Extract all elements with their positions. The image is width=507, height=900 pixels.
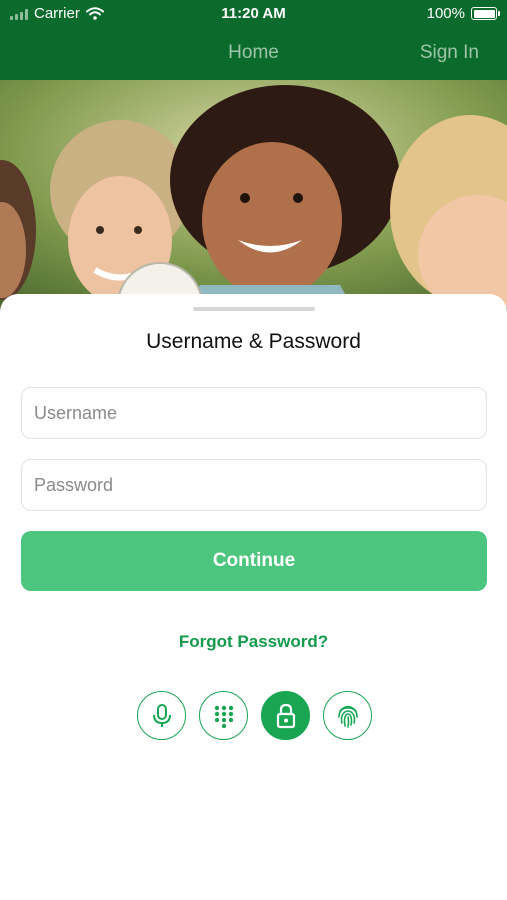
hero-image bbox=[0, 80, 507, 320]
lock-icon bbox=[276, 703, 295, 728]
forgot-password-link[interactable]: Forgot Password? bbox=[0, 632, 507, 652]
password-field[interactable] bbox=[21, 459, 487, 511]
username-field[interactable] bbox=[21, 387, 487, 439]
login-title: Username & Password bbox=[146, 330, 361, 353]
fingerprint-auth-button[interactable] bbox=[323, 691, 372, 740]
pin-auth-button[interactable] bbox=[199, 691, 248, 740]
auth-method-selector bbox=[137, 691, 372, 740]
microphone-icon bbox=[152, 703, 171, 727]
voice-auth-button[interactable] bbox=[137, 691, 186, 740]
login-sheet: Username & Password Continue Forgot Pass… bbox=[0, 294, 507, 900]
password-auth-button[interactable] bbox=[261, 691, 310, 740]
continue-button[interactable]: Continue bbox=[21, 531, 487, 591]
sign-in-link[interactable]: Sign In bbox=[420, 42, 479, 64]
battery-icon bbox=[471, 7, 500, 20]
nav-bar: Home Sign In bbox=[0, 28, 507, 80]
keypad-icon bbox=[214, 705, 233, 728]
battery-percent: 100% bbox=[426, 5, 465, 22]
status-bar: Carrier 11:20 AM 100% bbox=[0, 0, 507, 28]
fingerprint-icon bbox=[337, 705, 358, 728]
sheet-grabber[interactable] bbox=[193, 307, 315, 311]
